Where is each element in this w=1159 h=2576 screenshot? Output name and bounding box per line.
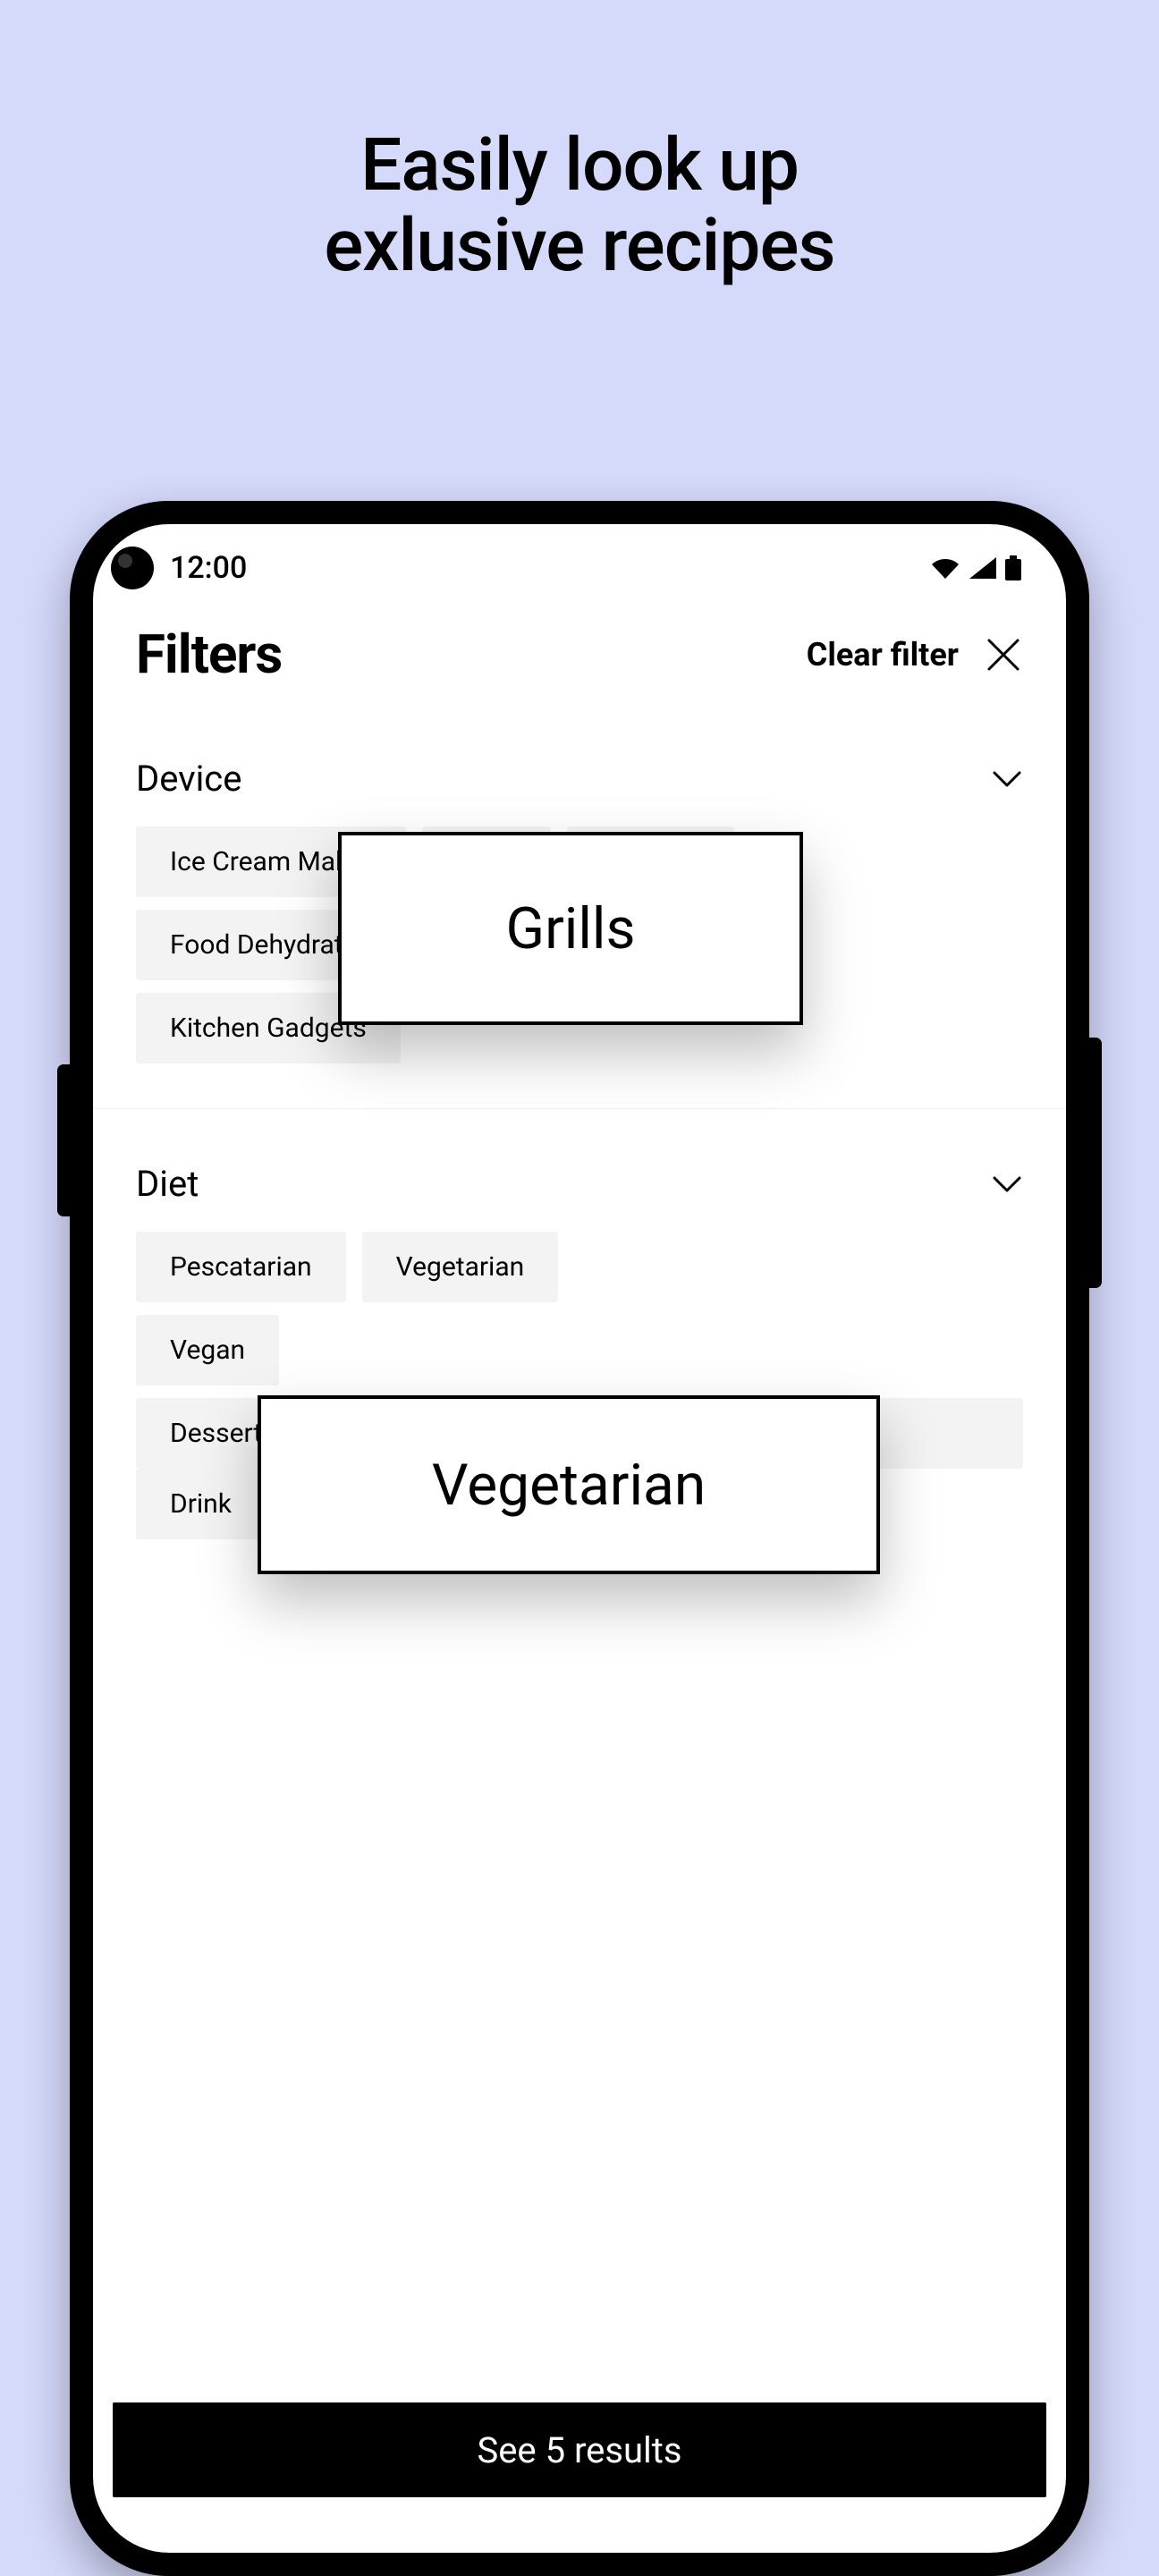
chip-diet-vegetarian[interactable]: Vegetarian (362, 1232, 559, 1302)
phone-mockup: 12:00 Filters Clear (70, 501, 1089, 2576)
status-icons (930, 555, 1021, 580)
callout-vegetarian: Vegetarian (258, 1395, 880, 1574)
headline-line2: exlusive recipes (0, 206, 1159, 286)
phone-side-button-right (1089, 1038, 1102, 1288)
callout-grills: Grills (338, 832, 803, 1025)
headline-line1: Easily look up (0, 125, 1159, 206)
marketing-headline: Easily look up exlusive recipes (0, 0, 1159, 286)
see-results-button[interactable]: See 5 results (113, 2402, 1046, 2497)
phone-frame: 12:00 Filters Clear (70, 501, 1089, 2576)
page-title: Filters (136, 623, 282, 686)
chip-diet-pescatarian[interactable]: Pescatarian (136, 1232, 346, 1302)
status-time: 12:00 (170, 550, 247, 586)
section-device-title: Device (136, 758, 241, 800)
cellular-icon (969, 557, 996, 579)
app-header: Filters Clear filter (93, 596, 1066, 704)
chevron-down-icon (991, 1174, 1023, 1194)
chip-diet-drink[interactable]: Drink (136, 1469, 266, 1539)
camera-hole (111, 547, 154, 589)
section-diet-title: Diet (136, 1163, 199, 1205)
clear-filter-button[interactable]: Clear filter (807, 636, 959, 674)
section-device-header[interactable]: Device (136, 758, 1023, 800)
chip-diet-vegan[interactable]: Vegan (136, 1315, 279, 1385)
battery-icon (1005, 555, 1021, 580)
chevron-down-icon (991, 769, 1023, 789)
wifi-icon (930, 557, 960, 579)
section-diet-header[interactable]: Diet (136, 1163, 1023, 1205)
status-bar: 12:00 (93, 524, 1066, 596)
close-icon[interactable] (986, 637, 1021, 673)
phone-side-button-left (57, 1064, 70, 1216)
